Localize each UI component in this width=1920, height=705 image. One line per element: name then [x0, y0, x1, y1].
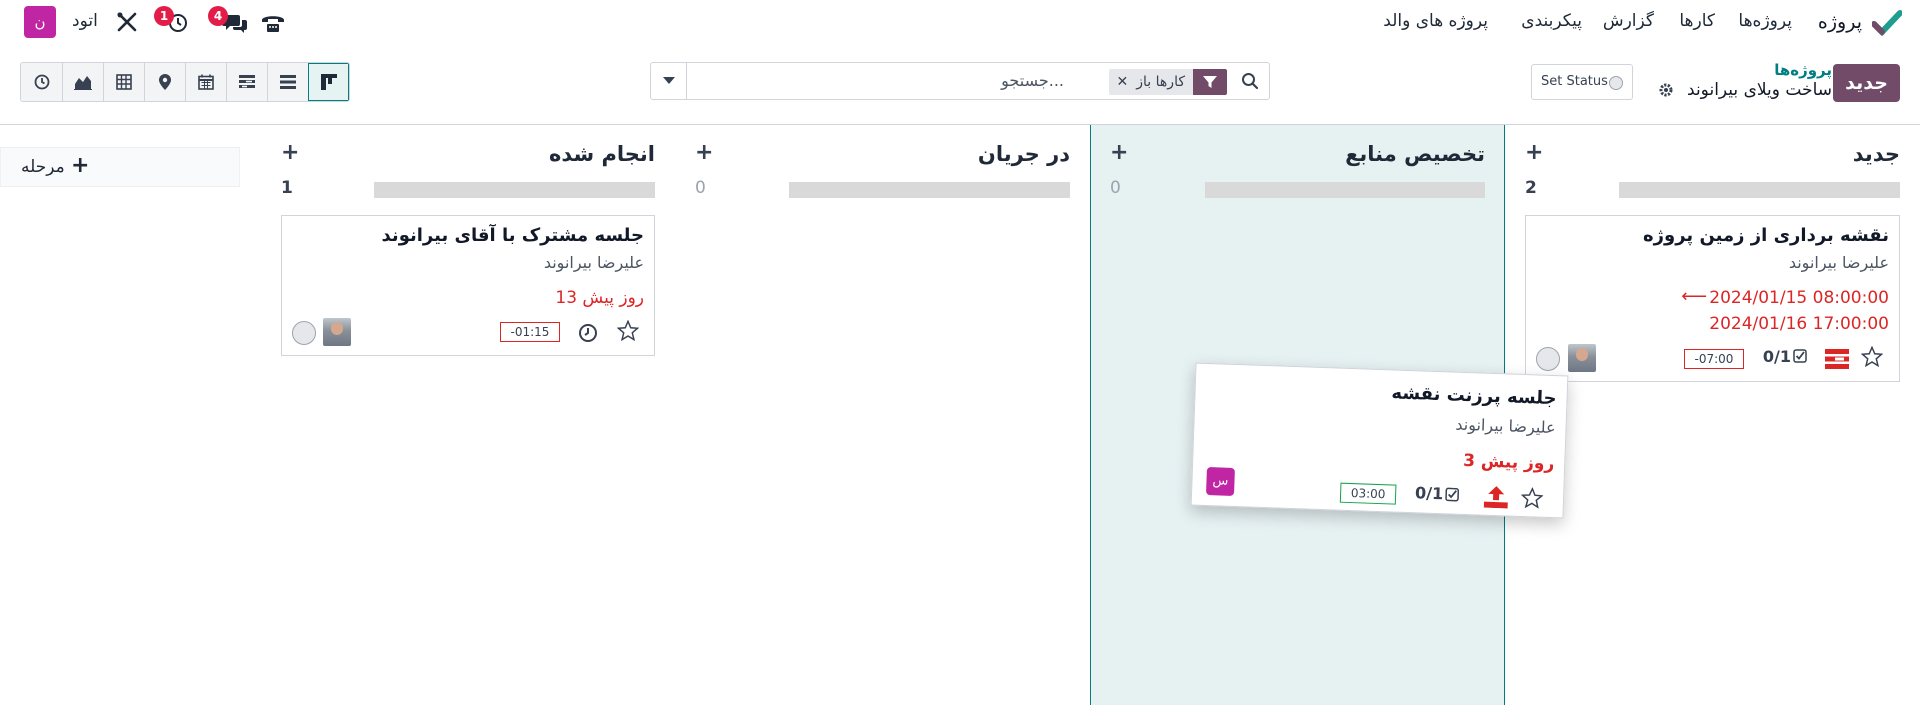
column-count-resource-allocation: 0	[1110, 178, 1121, 198]
task-deadline: 3 روز پیش	[1462, 450, 1555, 475]
plus-icon: +	[71, 153, 90, 178]
menu-configuration[interactable]: پیکربندی	[1521, 11, 1582, 31]
column-quick-add-done[interactable]: +	[281, 140, 299, 165]
upload-icon[interactable]	[1483, 486, 1509, 509]
kanban-state-icon[interactable]	[292, 321, 316, 345]
view-map[interactable]	[144, 63, 185, 101]
column-progress-new[interactable]	[1619, 182, 1900, 198]
column-title-new[interactable]: جدید	[1853, 142, 1900, 166]
task-title: جلسه پرزنت نقشه	[1391, 382, 1557, 410]
top-navbar: پروژه پروژه‌ها کارها گزارش پیکربندی پروژ…	[0, 0, 1920, 44]
facet-label: کارها باز	[1136, 74, 1185, 90]
star-icon[interactable]	[617, 320, 639, 341]
task-title: نقشه برداری از زمین پروژه	[1643, 225, 1889, 246]
column-quick-add-in-progress[interactable]: +	[695, 140, 713, 165]
area-chart-icon	[74, 76, 92, 90]
view-gantt[interactable]	[226, 63, 267, 101]
task-assignee: علیرضا بیرانوند	[1788, 253, 1889, 272]
breadcrumb-current-project: ساخت ویلای بیرانوند	[1687, 80, 1832, 100]
facet-remove-icon[interactable]: ✕	[1117, 69, 1129, 95]
user-avatar[interactable]: ن	[24, 6, 56, 38]
column-quick-add-resource-allocation[interactable]: +	[1110, 140, 1128, 165]
checkbox-icon	[1445, 487, 1460, 502]
view-list[interactable]	[267, 63, 308, 101]
view-activity[interactable]	[21, 63, 62, 101]
column-title-resource-allocation[interactable]: تخصیص منابع	[1345, 142, 1485, 166]
clock-icon	[34, 74, 49, 90]
search-bar: ✕ کارها باز جستجو...	[650, 62, 1270, 100]
search-icon[interactable]	[1241, 72, 1259, 90]
column-count-done: 1	[281, 178, 293, 198]
column-progress-resource-allocation[interactable]	[1205, 182, 1485, 198]
task-card-dragging[interactable]: جلسه پرزنت نقشه علیرضا بیرانوند 3 روز پی…	[1190, 362, 1569, 519]
status-dot-icon	[1609, 76, 1623, 90]
task-title: جلسه مشترک با آقای بیرانوند	[381, 225, 644, 246]
allocated-time: -01:15	[500, 322, 560, 342]
company-switcher[interactable]: اتود	[72, 11, 98, 31]
app-logo-icon[interactable]	[1872, 10, 1902, 36]
menu-projects[interactable]: پروژه‌ها	[1738, 11, 1792, 31]
column-title-in-progress[interactable]: در جریان	[978, 142, 1070, 166]
search-input[interactable]: جستجو...	[1001, 71, 1064, 90]
column-count-new: 2	[1525, 178, 1537, 198]
column-progress-in-progress[interactable]	[789, 182, 1070, 198]
allocated-time: 03:00	[1339, 482, 1397, 505]
view-graph[interactable]	[62, 63, 103, 101]
task-date-end: 2024/01/16 17:00:00	[1709, 314, 1889, 334]
allocated-time: -07:00	[1684, 349, 1744, 369]
messages-badge: 4	[208, 6, 228, 26]
view-switcher	[20, 62, 350, 102]
task-assignee: علیرضا بیرانوند	[543, 253, 644, 272]
task-assignee: علیرضا بیرانوند	[1455, 414, 1556, 438]
new-task-button[interactable]: جدید	[1833, 64, 1900, 102]
view-pivot[interactable]	[103, 63, 144, 101]
activity-clock-icon[interactable]	[578, 323, 598, 343]
gear-icon[interactable]	[1658, 82, 1674, 98]
list-icon	[280, 75, 296, 89]
menu-reporting[interactable]: گزارش	[1603, 11, 1654, 31]
activity-badge: 1	[154, 6, 174, 26]
column-quick-add-new[interactable]: +	[1525, 140, 1543, 165]
add-stage-label: مرحله	[21, 157, 65, 177]
search-options-toggle[interactable]	[651, 63, 687, 99]
app-name[interactable]: پروژه	[1818, 11, 1862, 33]
task-deadline: 13 روز پیش	[555, 288, 644, 308]
debug-tools-icon[interactable]	[116, 11, 138, 33]
map-pin-icon	[159, 74, 171, 90]
column-title-done[interactable]: انجام شده	[549, 142, 655, 166]
assignee-avatar[interactable]: س	[1205, 466, 1235, 496]
search-facet: ✕ کارها باز	[1108, 69, 1227, 95]
calendar-icon	[198, 74, 214, 90]
column-count-in-progress: 0	[695, 178, 706, 198]
view-calendar[interactable]	[185, 63, 226, 101]
gantt-icon	[239, 75, 255, 88]
control-panel-divider	[0, 124, 1920, 125]
table-icon	[116, 74, 132, 90]
view-kanban[interactable]	[308, 63, 349, 101]
task-card[interactable]: نقشه برداری از زمین پروژه علیرضا بیرانون…	[1525, 215, 1900, 382]
arrow-left-icon: ⟵	[1681, 286, 1707, 307]
phone-icon[interactable]	[260, 12, 286, 34]
add-stage-button[interactable]: + مرحله	[0, 147, 240, 187]
kanban-state-icon[interactable]	[1536, 347, 1560, 371]
assignee-photo[interactable]	[323, 318, 351, 346]
task-card[interactable]: جلسه مشترک با آقای بیرانوند علیرضا بیران…	[281, 215, 655, 356]
checkbox-icon	[1793, 349, 1807, 363]
star-icon[interactable]	[1861, 346, 1883, 367]
set-status-button[interactable]: Set Status	[1531, 64, 1633, 100]
column-progress-done[interactable]	[374, 182, 655, 198]
task-dependencies-icon[interactable]	[1825, 349, 1849, 369]
task-date-start: 2024/01/15 08:00:00	[1709, 288, 1889, 308]
kanban-icon	[320, 74, 337, 90]
caret-down-icon	[662, 77, 675, 84]
set-status-label: Set Status	[1541, 74, 1608, 89]
menu-tasks[interactable]: کارها	[1679, 11, 1715, 31]
breadcrumb-projects[interactable]: پروژه‌ها	[1774, 61, 1832, 79]
subtask-counter[interactable]: 0/1	[1763, 347, 1791, 366]
star-icon[interactable]	[1520, 486, 1544, 509]
assignee-photo[interactable]	[1568, 344, 1596, 372]
subtask-counter[interactable]: 0/1	[1415, 483, 1444, 503]
menu-parent-projects[interactable]: پروژه های والد	[1383, 11, 1488, 31]
filter-icon	[1193, 69, 1227, 95]
